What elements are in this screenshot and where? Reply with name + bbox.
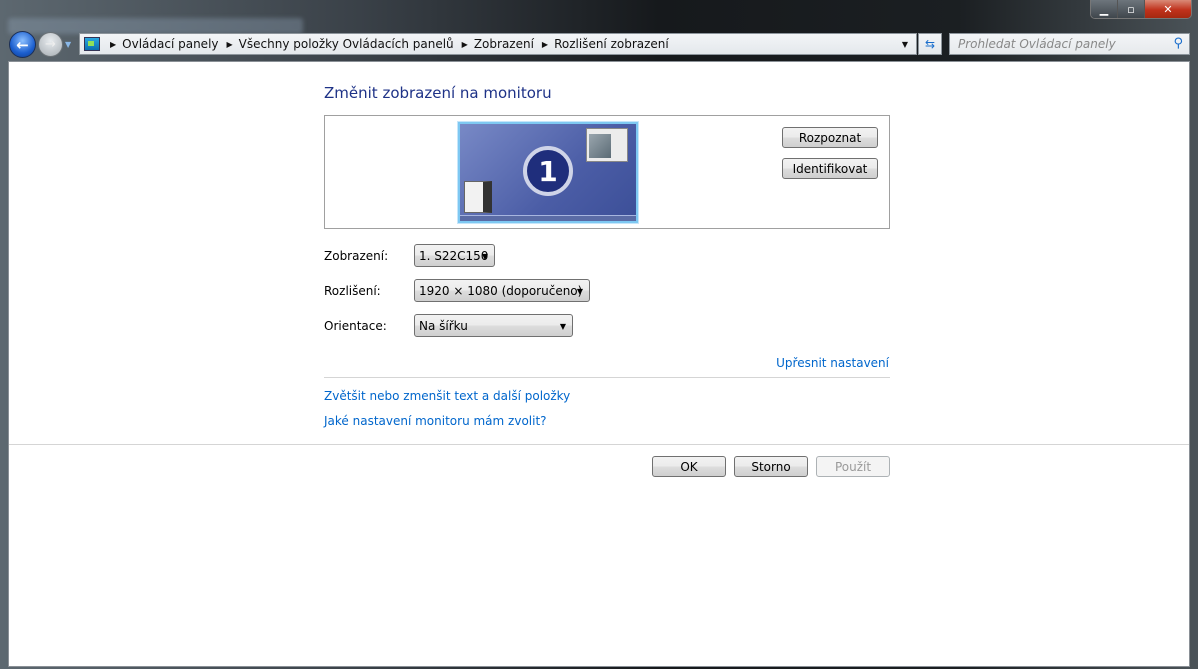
- breadcrumb-display[interactable]: Zobrazení: [474, 37, 534, 51]
- cancel-button[interactable]: Storno: [734, 456, 808, 477]
- apply-button[interactable]: Použít: [816, 456, 890, 477]
- breadcrumb-all-items[interactable]: Všechny položky Ovládacích panelů: [239, 37, 454, 51]
- orientation-select[interactable]: Na šířku ▼: [414, 314, 573, 337]
- resolution-select[interactable]: 1920 × 1080 (doporučeno) ▼: [414, 279, 590, 302]
- search-placeholder: Prohledat Ovládací panely: [958, 37, 1116, 51]
- resolution-value: 1920 × 1080 (doporučeno): [419, 283, 583, 298]
- maximize-button[interactable]: ▫: [1118, 0, 1145, 18]
- chevron-right-icon[interactable]: ▶: [227, 40, 233, 49]
- address-dropdown-icon[interactable]: ▼: [894, 34, 916, 54]
- chevron-right-icon[interactable]: ▶: [542, 40, 548, 49]
- window-frame: ▁ ▫ ✕ ← → ▼ ▶ Ovládací panely ▶ Všechny po…: [0, 0, 1198, 669]
- content-pane: Změnit zobrazení na monitoru 1 Rozpoznat…: [8, 61, 1190, 667]
- refresh-icon: ⇆: [924, 37, 936, 51]
- breadcrumb-screen-resolution[interactable]: Rozlišení zobrazení: [554, 37, 669, 51]
- window-thumbnail-icon: [586, 128, 628, 162]
- monitor-1-thumbnail[interactable]: 1: [458, 122, 638, 223]
- display-value: 1. S22C150: [419, 248, 489, 263]
- close-button[interactable]: ✕: [1145, 0, 1191, 18]
- breadcrumb-control-panel[interactable]: Ovládací panely: [122, 37, 218, 51]
- start-menu-thumbnail-icon: [464, 181, 492, 213]
- taskbar-thumbnail: [460, 215, 636, 221]
- forward-button[interactable]: →: [38, 32, 63, 57]
- detect-button[interactable]: Rozpoznat: [782, 127, 878, 148]
- resolution-label: Rozlišení:: [324, 284, 381, 298]
- which-settings-link[interactable]: Jaké nastavení monitoru mám zvolit?: [324, 414, 547, 428]
- chevron-right-icon[interactable]: ▶: [110, 40, 116, 49]
- arrow-left-icon: ←: [16, 35, 29, 54]
- footer-divider: [9, 444, 1189, 445]
- back-button[interactable]: ←: [9, 31, 36, 58]
- display-select[interactable]: 1. S22C150 ▼: [414, 244, 495, 267]
- advanced-settings-link[interactable]: Upřesnit nastavení: [776, 356, 889, 370]
- window-controls: ▁ ▫ ✕: [1090, 0, 1192, 19]
- orientation-label: Orientace:: [324, 319, 387, 333]
- monitor-preview-area: 1 Rozpoznat Identifikovat: [324, 115, 890, 229]
- address-bar[interactable]: ▶ Ovládací panely ▶ Všechny položky Ovláda…: [79, 33, 917, 55]
- chevron-down-icon: ▼: [559, 322, 566, 331]
- chevron-down-icon: ▼: [576, 287, 583, 296]
- orientation-value: Na šířku: [419, 318, 468, 333]
- recent-pages-dropdown-icon[interactable]: ▼: [65, 40, 71, 49]
- chevron-right-icon[interactable]: ▶: [462, 40, 468, 49]
- minimize-button[interactable]: ▁: [1091, 0, 1118, 18]
- search-icon[interactable]: ⚲: [1173, 36, 1183, 51]
- chevron-down-icon: ▼: [481, 252, 488, 261]
- text-size-link[interactable]: Zvětšit nebo zmenšit text a další položk…: [324, 389, 570, 403]
- identify-button[interactable]: Identifikovat: [782, 158, 878, 179]
- navigation-buttons: ← → ▼: [9, 31, 71, 58]
- ok-button[interactable]: OK: [652, 456, 726, 477]
- display-label: Zobrazení:: [324, 249, 389, 263]
- arrow-right-icon: →: [45, 37, 56, 52]
- page-title: Změnit zobrazení na monitoru: [324, 84, 552, 102]
- monitor-number-badge: 1: [523, 146, 573, 196]
- divider: [324, 377, 890, 378]
- control-panel-icon: [84, 37, 100, 51]
- search-input[interactable]: Prohledat Ovládací panely ⚲: [949, 33, 1190, 55]
- refresh-button[interactable]: ⇆: [918, 33, 942, 55]
